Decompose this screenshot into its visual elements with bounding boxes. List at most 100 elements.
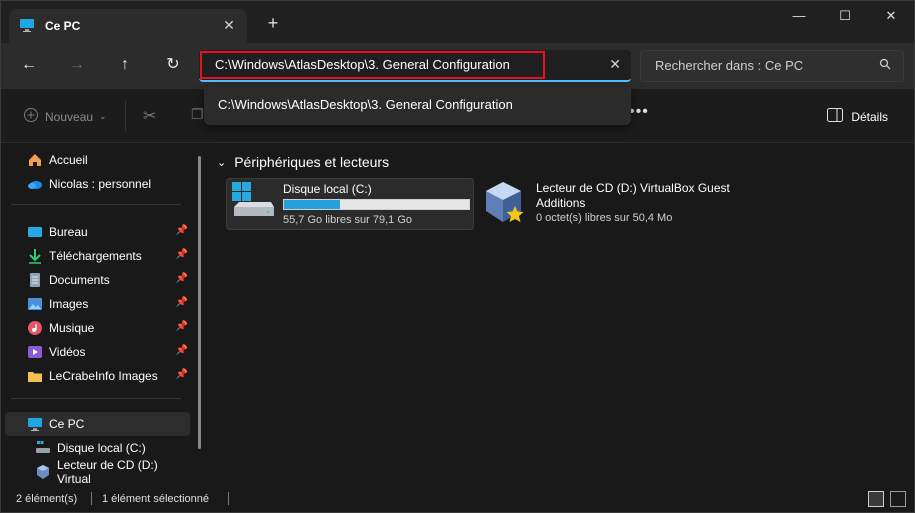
sidebar-item-bureau[interactable]: Bureau 📌 [5, 220, 190, 244]
sidebar-item-accueil[interactable]: Accueil [5, 148, 190, 172]
back-arrow-icon[interactable]: ← [15, 53, 43, 77]
home-icon [27, 152, 43, 168]
sidebar-item-images[interactable]: Images 📌 [5, 292, 190, 316]
sidebar-item-disque-local[interactable]: Disque local (C:) [5, 436, 190, 460]
clear-address-icon[interactable]: ✕ [609, 56, 621, 73]
title-bar: Ce PC ✕ + — ☐ ✕ [1, 1, 914, 43]
item-count: 2 élément(s) [16, 493, 78, 505]
search-placeholder: Rechercher dans : Ce PC [655, 58, 804, 73]
pin-icon[interactable]: 📌 [176, 273, 188, 284]
cut-icon[interactable]: ✂ [143, 106, 156, 126]
section-title: Périphériques et lecteurs [234, 154, 390, 170]
sidebar-item-label: Téléchargements [49, 249, 142, 263]
pin-icon[interactable]: 📌 [176, 321, 188, 332]
sidebar-divider [11, 204, 181, 205]
status-divider [228, 492, 229, 505]
refresh-icon[interactable]: ↻ [159, 53, 187, 77]
drive-tile-d[interactable]: Lecteur de CD (D:) VirtualBox Guest Addi… [479, 178, 739, 230]
navigation-bar: ← → ↑ ↻ C:\Windows\AtlasDesktop\3. Gener… [1, 43, 914, 89]
forward-arrow-icon[interactable]: → [63, 53, 91, 77]
details-label: Détails [851, 109, 888, 124]
sidebar-item-onedrive[interactable]: Nicolas : personnel [5, 172, 190, 196]
tiles-view-icon[interactable] [890, 491, 906, 507]
desktop-icon [27, 224, 43, 240]
pin-icon[interactable]: 📌 [176, 297, 188, 308]
sidebar-item-label: Ce PC [49, 417, 85, 431]
pin-icon[interactable]: 📌 [176, 249, 188, 260]
tab-close-icon[interactable]: ✕ [221, 17, 237, 33]
sidebar-item-label: Disque local (C:) [57, 441, 146, 455]
sidebar-item-label: Bureau [49, 225, 88, 239]
drive-icon [35, 440, 51, 456]
search-box[interactable]: Rechercher dans : Ce PC [640, 50, 904, 82]
pin-icon[interactable]: 📌 [176, 369, 188, 380]
drive-usage-fill [284, 200, 340, 209]
sidebar-item-label: Musique [49, 321, 95, 335]
plus-circle-icon [23, 107, 39, 126]
drive-name: Lecteur de CD (D:) VirtualBox Guest Addi… [536, 181, 730, 210]
download-icon [27, 248, 43, 264]
copy-icon[interactable]: ❐ [191, 106, 204, 123]
drive-name: Disque local (C:) [283, 182, 372, 196]
sidebar-item-label: LeCrabeInfo Images [49, 369, 158, 383]
search-icon[interactable] [879, 51, 891, 81]
sidebar-item-musique[interactable]: Musique 📌 [5, 316, 190, 340]
drive-usage-bar [283, 199, 470, 210]
drive-free-space: 55,7 Go libres sur 79,1 Go [283, 214, 413, 226]
sidebar-item-lecrabeinfo-images[interactable]: LeCrabeInfo Images 📌 [5, 364, 190, 388]
virtualbox-icon [483, 180, 527, 229]
sidebar-item-label: Vidéos [49, 345, 86, 359]
more-options-button[interactable]: ••• [629, 103, 649, 121]
address-bar[interactable]: C:\Windows\AtlasDesktop\3. General Confi… [199, 50, 631, 82]
file-explorer-window: Ce PC ✕ + — ☐ ✕ ← → ↑ ↻ C:\Windows\Atlas… [0, 0, 915, 513]
music-icon [27, 320, 43, 336]
picture-icon [27, 296, 43, 312]
sidebar-item-documents[interactable]: Documents 📌 [5, 268, 190, 292]
details-button[interactable]: Détails [827, 108, 888, 125]
windows-drive-icon [231, 181, 277, 224]
close-window-button[interactable]: ✕ [868, 1, 914, 31]
monitor-icon [19, 17, 35, 36]
tab-title: Ce PC [45, 19, 81, 33]
sidebar-item-label: Images [49, 297, 89, 311]
details-pane-icon [827, 108, 844, 125]
address-input[interactable]: C:\Windows\AtlasDesktop\3. General Confi… [200, 51, 545, 79]
sidebar-divider [11, 398, 181, 399]
folder-icon [27, 368, 43, 384]
toolbar-divider [125, 101, 126, 131]
sidebar-item-label: Lecteur de CD (D:) Virtual [57, 458, 158, 486]
document-icon [27, 272, 43, 288]
new-tab-button[interactable]: + [263, 13, 283, 33]
sidebar-item-label: Nicolas : personnel [49, 177, 152, 191]
sidebar-item-label: Documents [49, 273, 110, 287]
new-button-label: Nouveau [45, 109, 94, 124]
drive-tile-c[interactable]: Disque local (C:) 55,7 Go libres sur 79,… [226, 178, 474, 230]
sidebar-item-lecteur-cd[interactable]: Lecteur de CD (D:) Virtual [5, 458, 190, 486]
video-icon [27, 344, 43, 360]
pin-icon[interactable]: 📌 [176, 345, 188, 356]
cloud-icon [27, 176, 43, 192]
sidebar-scrollbar[interactable] [198, 156, 201, 449]
sidebar-item-ce-pc[interactable]: Ce PC [5, 412, 190, 436]
up-arrow-icon[interactable]: ↑ [111, 53, 139, 77]
sidebar-item-label: Accueil [49, 153, 88, 167]
new-button[interactable]: Nouveau ⌄ [23, 107, 107, 126]
status-bar: 2 élément(s) 1 élément sélectionné [1, 486, 914, 512]
monitor-icon [27, 416, 43, 432]
chevron-down-icon: ⌄ [99, 111, 107, 121]
tab-ce-pc[interactable]: Ce PC ✕ [9, 9, 247, 43]
address-suggestion-item[interactable]: C:\Windows\AtlasDesktop\3. General Confi… [218, 97, 513, 112]
details-view-icon[interactable] [868, 491, 884, 507]
virtualbox-icon [35, 464, 51, 480]
sidebar-item-videos[interactable]: Vidéos 📌 [5, 340, 190, 364]
maximize-button[interactable]: ☐ [822, 1, 868, 31]
section-header[interactable]: ⌄ Périphériques et lecteurs [217, 154, 389, 170]
minimize-button[interactable]: — [776, 1, 822, 31]
selection-count: 1 élément sélectionné [102, 493, 210, 505]
sidebar-item-telechargements[interactable]: Téléchargements 📌 [5, 244, 190, 268]
address-suggestions: C:\Windows\AtlasDesktop\3. General Confi… [204, 87, 631, 125]
status-divider [91, 492, 92, 505]
chevron-down-icon: ⌄ [217, 156, 227, 169]
navigation-pane: Accueil Nicolas : personnel Bureau 📌 Tél… [1, 144, 201, 487]
pin-icon[interactable]: 📌 [176, 225, 188, 236]
